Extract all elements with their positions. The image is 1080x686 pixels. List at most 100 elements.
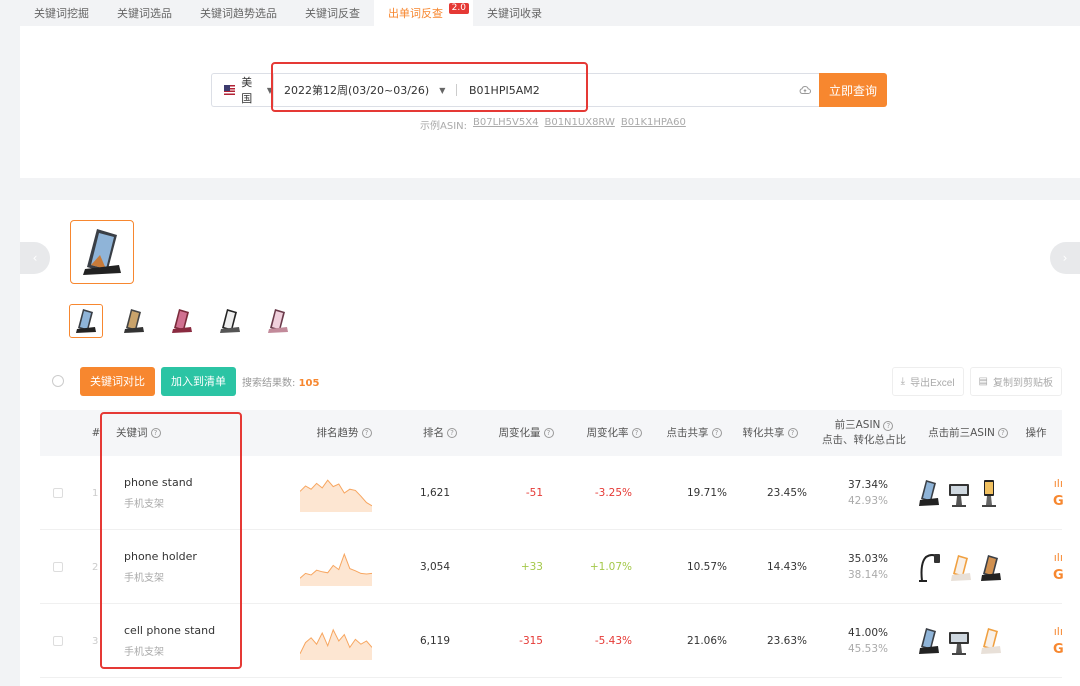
query-button[interactable]: 立即查询 [819,73,887,107]
asin-thumbnail[interactable] [918,626,940,656]
col-weekly-change[interactable]: 周变化量? [486,410,566,456]
weekly-change-value: -51 [525,487,543,499]
table-row: 1 phone stand 手机支架 1,621 -51 -3.25% 19.7… [40,456,1064,530]
rank-trend-sparkline[interactable] [300,604,372,678]
bar-chart-icon[interactable]: ılı [1054,478,1063,489]
click-share-value: 10.57% [686,561,727,573]
top3-conv-share: 45.53% [847,643,889,655]
asin-thumbnail[interactable] [918,478,940,508]
asin-thumbnail[interactable] [946,626,972,656]
product-thumbnail[interactable] [213,304,247,338]
tab-keyword-selection[interactable]: 关键词选品 [103,0,186,26]
click-share-value: 21.06% [686,635,727,647]
rank-trend-sparkline[interactable] [300,456,372,530]
help-icon[interactable]: ? [711,428,722,438]
cloud-upload-icon[interactable] [799,85,813,95]
top3-asin-images [918,604,1004,678]
col-rank[interactable]: 排名? [410,410,470,456]
top3-asin-images [918,530,1002,604]
phone-stand-image [83,229,121,275]
tab-keyword-mining[interactable]: 关键词挖掘 [20,0,103,26]
keyword-table: # 关键词? 排名趋势? 排名? 周变化量? 周变化率? 点击共享? 转化共享?… [40,410,1064,678]
results-toolbar: 关键词对比 加入到清单 搜索结果数: 105 ⤓ 导出Excel ▤ 复制到剪贴… [52,366,1062,396]
tab-keyword-indexing[interactable]: 关键词收录 [473,0,556,26]
row-checkbox[interactable] [53,562,63,572]
row-operations: ılı G [1053,530,1064,604]
keyword-text: phone holder [124,550,197,563]
col-rank-trend[interactable]: 排名趋势? [304,410,384,456]
product-thumbnail[interactable] [261,304,295,338]
rank-trend-sparkline[interactable] [300,530,372,604]
keyword-cell[interactable]: phone holder 手机支架 [124,530,197,604]
help-icon[interactable]: ? [543,428,554,438]
table-row: 2 phone holder 手机支架 3,054 +33 +1.07% 10.… [40,530,1064,604]
prev-arrow-button[interactable]: ‹ [20,242,50,274]
col-weekly-rate[interactable]: 周变化率? [574,410,654,456]
col-ops: 操作 [1025,426,1047,439]
google-icon[interactable]: G [1053,495,1064,508]
version-badge: 2.0 [448,3,469,14]
google-icon[interactable]: G [1053,569,1064,582]
result-count: 搜索结果数: 105 [242,377,320,389]
rank-value: 6,119 [419,635,450,647]
sparkline-chart [300,552,372,586]
search-panel: 美国 ▼ 2022第12周(03/20~03/26) ▼ 立即查询 示例ASIN… [20,26,1080,178]
keyword-cell[interactable]: phone stand 手机支架 [124,456,193,530]
example-asin-link[interactable]: B01K1HPA60 [621,117,686,132]
add-to-list-button[interactable]: 加入到清单 [161,366,236,396]
next-arrow-button[interactable]: › [1050,242,1080,274]
google-icon[interactable]: G [1053,643,1064,656]
asin-thumbnail[interactable] [918,551,942,583]
row-operations: ılı G [1053,456,1064,530]
keyword-text: phone stand [124,476,193,489]
help-icon[interactable]: ? [787,428,798,438]
product-thumbnail[interactable] [69,304,103,338]
tab-keyword-trend-selection[interactable]: 关键词趋势选品 [186,0,291,26]
asin-thumbnail[interactable] [948,551,974,583]
help-icon[interactable]: ? [883,421,894,431]
select-all-checkbox[interactable] [52,375,64,387]
product-thumbnail[interactable] [165,304,199,338]
asin-thumbnail[interactable] [946,478,972,508]
help-icon[interactable]: ? [447,428,457,438]
col-click-share[interactable]: 点击共享? [654,410,734,456]
bar-chart-icon[interactable]: ılı [1054,626,1063,637]
example-asins: 示例ASIN: B07LH5V5X4 B01N1UX8RW B01K1HPA60 [420,117,686,132]
asin-thumbnail[interactable] [978,478,1000,508]
weekly-change-value: -315 [519,635,543,647]
bar-chart-icon[interactable]: ılı [1054,552,1063,563]
asin-thumbnail[interactable] [978,626,1004,656]
help-icon[interactable]: ? [150,428,161,438]
help-icon[interactable]: ? [361,428,372,438]
tab-order-keyword-reverse[interactable]: 出单词反查 2.0 [374,0,473,26]
help-icon[interactable]: ? [631,428,642,438]
top3-click-share: 37.34% [847,479,889,491]
col-top3-share[interactable]: 前三ASIN? 点击、转化总占比 [814,410,914,456]
row-checkbox[interactable] [53,488,63,498]
col-conv-share[interactable]: 转化共享? [730,410,810,456]
asin-input[interactable] [457,74,799,106]
rank-value: 3,054 [419,561,450,573]
copy-clipboard-button[interactable]: ▤ 复制到剪贴板 [969,366,1062,396]
top3-share-cell: 41.00% 45.53% [828,604,908,678]
export-excel-button[interactable]: ⤓ 导出Excel [891,366,964,396]
keyword-cell[interactable]: cell phone stand 手机支架 [124,604,215,678]
top3-asin-images [918,456,1000,530]
row-checkbox[interactable] [53,636,63,646]
col-keyword[interactable]: 关键词? [116,410,196,456]
top3-click-share: 35.03% [847,553,889,565]
asin-thumbnail[interactable] [980,551,1002,583]
product-thumbnail[interactable] [117,304,151,338]
us-flag-icon [224,85,236,95]
keyword-translation: 手机支架 [124,647,164,658]
col-top3-click[interactable]: 点击前三ASIN? [920,410,1016,456]
country-select[interactable]: 美国 ▼ [212,74,274,106]
keyword-translation: 手机支架 [124,499,164,510]
example-asin-link[interactable]: B01N1UX8RW [544,117,614,132]
keyword-compare-button[interactable]: 关键词对比 [80,366,155,396]
help-icon[interactable]: ? [997,428,1008,438]
top3-conv-share: 42.93% [847,495,889,507]
week-select[interactable]: 2022第12周(03/20~03/26) ▼ [274,74,456,106]
example-asin-link[interactable]: B07LH5V5X4 [473,117,538,132]
tab-keyword-reverse[interactable]: 关键词反查 [291,0,374,26]
